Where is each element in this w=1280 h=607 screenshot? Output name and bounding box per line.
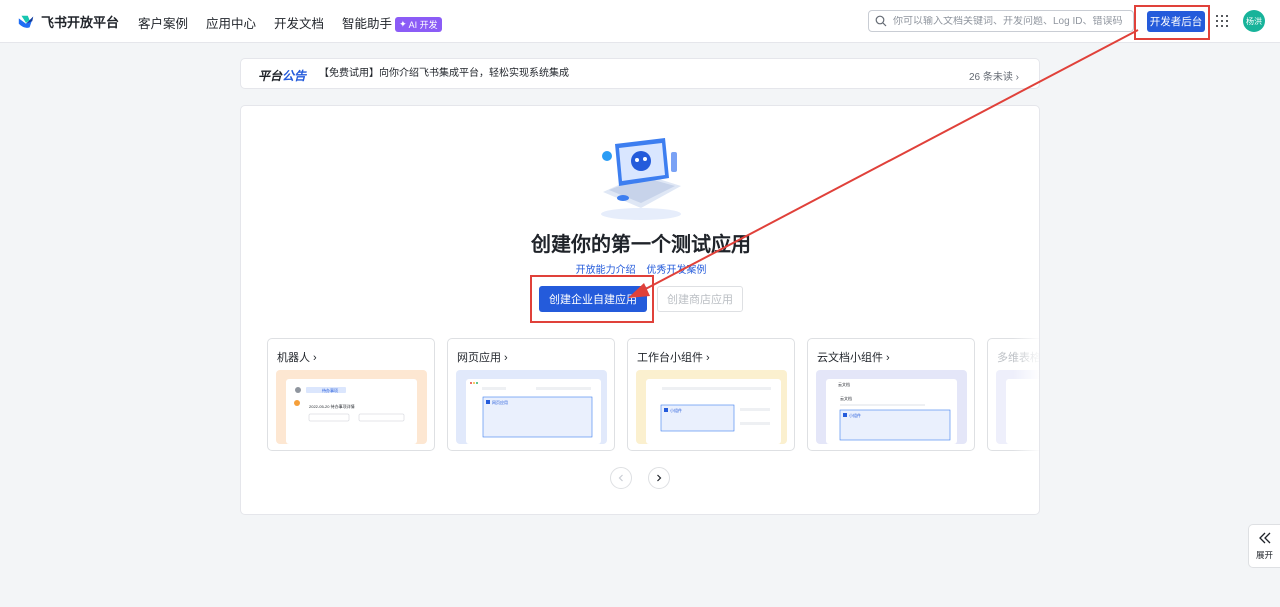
create-store-app-button[interactable]: 创建商店应用 <box>657 286 743 312</box>
ai-badge-label: AI 开发 <box>408 20 438 30</box>
chevron-right-icon <box>657 474 662 482</box>
svg-text:云文档: 云文档 <box>840 395 852 401</box>
template-card-workplace-widget[interactable]: 工作台小组件 › 小组件 <box>627 338 795 451</box>
apps-grid-icon[interactable] <box>1216 15 1228 27</box>
template-card-bot[interactable]: 机器人 › 待办事项 2022-05-20 待办事项详情 <box>267 338 435 451</box>
template-card-docs-widget[interactable]: 云文档小组件 › 云文档 云文档 小组件 <box>807 338 975 451</box>
chevron-left-icon <box>618 474 623 482</box>
template-preview-web-app: 网页应用 <box>456 370 607 444</box>
avatar[interactable]: 杨洪 <box>1243 10 1265 32</box>
svg-text:云文档: 云文档 <box>838 381 850 387</box>
template-card-title: 网页应用 › <box>457 352 508 364</box>
carousel-next-button[interactable] <box>648 467 670 489</box>
create-enterprise-app-button[interactable]: 创建企业自建应用 <box>539 286 647 312</box>
announcement-title: 平台公告 <box>258 69 307 83</box>
nav-link-assistant[interactable]: 智能助手 ✦ AI 开发 <box>342 13 442 32</box>
template-cards: 机器人 › 待办事项 2022-05-20 待办事项详情 网页应用 › 网页应用… <box>267 338 1039 452</box>
template-preview-bot: 待办事项 2022-05-20 待办事项详情 <box>276 370 427 444</box>
create-app-card: 创建你的第一个测试应用 开放能力介绍 优秀开发案例 创建企业自建应用 创建商店应… <box>240 105 1040 515</box>
svg-text:小组件: 小组件 <box>849 412 861 418</box>
template-card-web-app[interactable]: 网页应用 › 网页应用 <box>447 338 615 451</box>
feishu-logo-icon <box>18 15 34 28</box>
nav-link-app-center[interactable]: 应用中心 <box>206 13 256 32</box>
template-card-title: 机器人 › <box>277 352 317 364</box>
cases-link[interactable]: 优秀开发案例 <box>646 265 706 276</box>
svg-text:待办事项: 待办事项 <box>322 387 338 393</box>
dev-console-button[interactable]: 开发者后台 <box>1147 11 1205 32</box>
announcement-unread[interactable]: 26 条未读 › <box>969 68 1019 83</box>
carousel-prev-button[interactable] <box>610 467 632 489</box>
search-icon <box>875 15 887 27</box>
sparkle-icon: ✦ <box>399 19 407 29</box>
ai-badge: ✦ AI 开发 <box>395 17 442 32</box>
svg-text:2022-05-20 待办事项详情: 2022-05-20 待办事项详情 <box>309 403 355 409</box>
template-card-title: 云文档小组件 › <box>817 352 890 364</box>
main-heading: 创建你的第一个测试应用 <box>531 234 751 256</box>
template-preview-workplace-widget: 小组件 <box>636 370 787 444</box>
template-preview-docs-widget: 云文档 云文档 小组件 <box>816 370 967 444</box>
nav-link-cases[interactable]: 客户案例 <box>138 13 188 32</box>
logo[interactable]: 飞书开放平台 <box>17 12 119 31</box>
chevron-right-icon: › <box>1012 72 1019 83</box>
svg-text:小组件: 小组件 <box>670 407 682 413</box>
announcement-bar[interactable]: 平台公告 【免费试用】向你介绍飞书集成平台，轻松实现系统集成 26 条未读 › <box>240 58 1040 89</box>
template-card-title: 工作台小组件 › <box>637 352 710 364</box>
laptop-robot-illustration <box>601 138 681 220</box>
search-box[interactable] <box>868 10 1134 32</box>
nav-link-assistant-label: 智能助手 <box>342 17 393 31</box>
top-nav: 飞书开放平台 客户案例 应用中心 开发文档 智能助手✦AI 开发 开发者后台 杨… <box>0 0 1280 43</box>
carousel-fade <box>1013 338 1039 452</box>
nav-links: 客户案例 应用中心 开发文档 智能助手 ✦ AI 开发 <box>138 13 442 32</box>
logo-text: 飞书开放平台 <box>41 15 120 30</box>
double-chevron-left-icon <box>1258 532 1270 544</box>
search-input[interactable] <box>893 15 1123 27</box>
nav-link-docs[interactable]: 开发文档 <box>274 13 324 32</box>
side-expand-button[interactable]: 展开 <box>1248 524 1280 568</box>
announcement-text[interactable]: 【免费试用】向你介绍飞书集成平台，轻松实现系统集成 <box>319 64 569 79</box>
svg-text:网页应用: 网页应用 <box>492 399 508 405</box>
intro-links: 开放能力介绍 优秀开发案例 <box>241 261 1039 276</box>
side-expand-label: 展开 <box>1255 550 1273 560</box>
